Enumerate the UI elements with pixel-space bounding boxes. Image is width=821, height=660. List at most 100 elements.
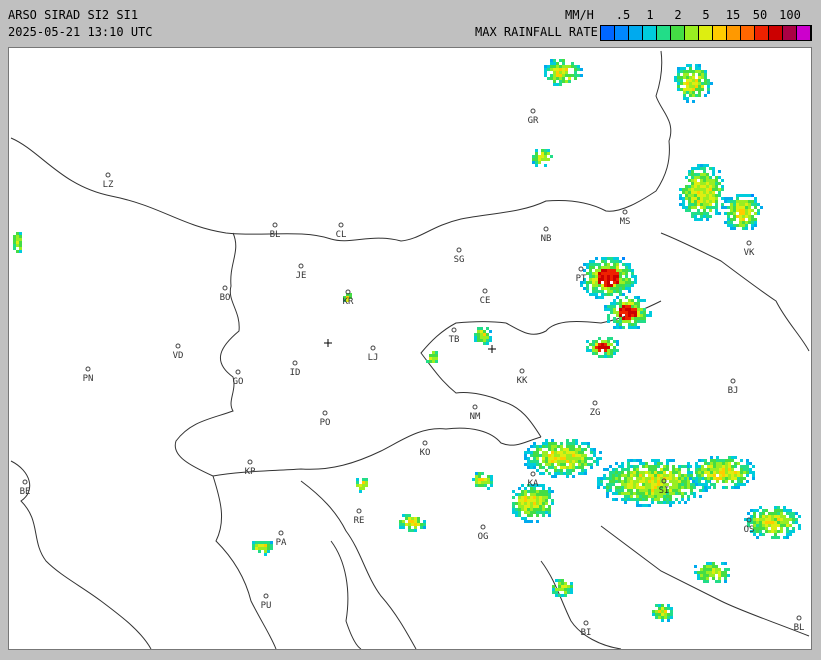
place-dot bbox=[451, 327, 457, 333]
place-dot bbox=[480, 524, 486, 530]
place-dot bbox=[746, 240, 752, 246]
place-dot bbox=[622, 209, 628, 215]
place-dot bbox=[85, 366, 91, 372]
place-label: JE bbox=[296, 271, 307, 281]
place-dot bbox=[530, 108, 536, 114]
place-dot bbox=[422, 440, 428, 446]
place-dot bbox=[583, 620, 589, 626]
legend-tick: .5 bbox=[615, 8, 631, 22]
place-label: VD bbox=[173, 351, 184, 361]
legend-swatch bbox=[685, 26, 699, 40]
legend-swatch bbox=[783, 26, 797, 40]
place-dot bbox=[292, 360, 298, 366]
place-dot bbox=[263, 593, 269, 599]
place-label: CL bbox=[336, 230, 347, 240]
place-dot bbox=[456, 247, 462, 253]
place-dot bbox=[543, 226, 549, 232]
place-label: PT bbox=[576, 274, 587, 284]
place-dot bbox=[578, 266, 584, 272]
place-dot bbox=[22, 479, 28, 485]
unit-label: MM/H bbox=[565, 8, 594, 22]
place-label: PA bbox=[276, 538, 287, 548]
legend-tick: 2 bbox=[674, 8, 682, 22]
legend-swatch bbox=[797, 26, 811, 40]
rainfall-color-scale bbox=[600, 25, 812, 41]
legend-label: MAX RAINFALL RATE bbox=[475, 25, 598, 39]
place-dot bbox=[519, 368, 525, 374]
product-title: ARSO SIRAD SI2 SI1 bbox=[8, 8, 139, 22]
place-label: GO bbox=[233, 377, 244, 387]
timestamp: 2025-05-21 13:10 UTC bbox=[8, 25, 153, 39]
place-dot bbox=[235, 369, 241, 375]
radar-cross bbox=[324, 339, 332, 347]
place-label: LJ bbox=[368, 353, 379, 363]
place-dot bbox=[278, 530, 284, 536]
country-borders bbox=[10, 50, 810, 649]
place-label: GR bbox=[528, 116, 539, 126]
place-label: NB bbox=[541, 234, 552, 244]
place-dot bbox=[298, 263, 304, 269]
legend-swatch bbox=[727, 26, 741, 40]
place-label: NM bbox=[470, 412, 481, 422]
place-dot bbox=[105, 172, 111, 178]
legend-tick: 5 bbox=[702, 8, 710, 22]
place-dot bbox=[592, 400, 598, 406]
place-dot bbox=[272, 222, 278, 228]
place-dot bbox=[175, 343, 181, 349]
place-label: TB bbox=[449, 335, 460, 345]
legend-swatch bbox=[769, 26, 783, 40]
place-label: CE bbox=[480, 296, 491, 306]
place-label: KK bbox=[517, 376, 528, 386]
place-label: PN bbox=[83, 374, 94, 384]
place-dot bbox=[322, 410, 328, 416]
place-label: VK bbox=[744, 248, 755, 258]
place-label: BE bbox=[20, 487, 31, 497]
place-label: OS bbox=[744, 525, 755, 535]
place-label: BI bbox=[581, 628, 592, 638]
legend-swatch bbox=[657, 26, 671, 40]
place-label: PU bbox=[261, 601, 272, 611]
legend-tick: 100 bbox=[779, 8, 801, 22]
legend-tick: 50 bbox=[752, 8, 768, 22]
legend-swatch bbox=[629, 26, 643, 40]
legend-swatch bbox=[601, 26, 615, 40]
place-label: ID bbox=[290, 368, 301, 378]
place-label: KR bbox=[343, 297, 354, 307]
radar-site-markers bbox=[324, 339, 496, 353]
map-canvas: LZ BL CL GR MS NB VK SG JE BO KR CE PT TB VD LJ ID PN GO KK… bbox=[10, 50, 810, 649]
legend-swatch bbox=[741, 26, 755, 40]
place-label: LZ bbox=[103, 180, 114, 190]
place-dot bbox=[222, 285, 228, 291]
legend-tick: 1 bbox=[646, 8, 654, 22]
place-label: ZG bbox=[590, 408, 601, 418]
place-label: KP bbox=[245, 467, 256, 477]
place-label: BL bbox=[270, 230, 281, 240]
place-dot bbox=[482, 288, 488, 294]
place-dot bbox=[247, 459, 253, 465]
place-label: BJ bbox=[728, 386, 739, 396]
place-label: PO bbox=[320, 418, 331, 428]
legend-swatch bbox=[699, 26, 713, 40]
place-label: KO bbox=[420, 448, 431, 458]
legend-swatch bbox=[615, 26, 629, 40]
legend-swatch bbox=[713, 26, 727, 40]
place-label: KA bbox=[528, 479, 539, 489]
legend-swatch bbox=[643, 26, 657, 40]
legend-swatch bbox=[755, 26, 769, 40]
place-dot bbox=[370, 345, 376, 351]
place-label: MS bbox=[620, 217, 631, 227]
place-dot bbox=[796, 615, 802, 621]
place-label: OG bbox=[478, 532, 489, 542]
place-label: BL bbox=[794, 623, 805, 633]
place-dot bbox=[530, 471, 536, 477]
radar-cross bbox=[488, 345, 496, 353]
place-dot bbox=[338, 222, 344, 228]
radar-map: LZ BL CL GR MS NB VK SG JE BO KR CE PT TB VD LJ ID PN GO KK… bbox=[8, 47, 812, 650]
place-dot bbox=[356, 508, 362, 514]
coastline bbox=[10, 460, 417, 649]
place-label: BO bbox=[220, 293, 231, 303]
place-label: SI bbox=[659, 486, 670, 496]
place-dot bbox=[472, 404, 478, 410]
place-label: SG bbox=[454, 255, 465, 265]
legend-swatch bbox=[671, 26, 685, 40]
